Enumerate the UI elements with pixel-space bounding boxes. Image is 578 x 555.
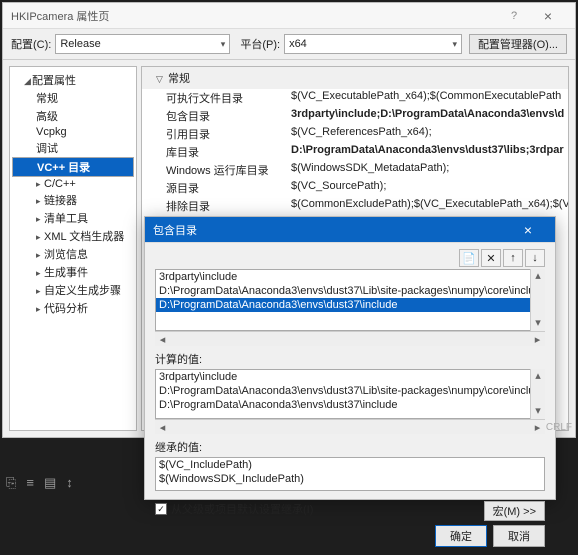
- platform-value: x64: [289, 38, 307, 50]
- property-name: 排除目录: [166, 198, 291, 214]
- tool-icon[interactable]: ▤: [44, 475, 56, 491]
- move-down-button[interactable]: ↓: [525, 249, 545, 267]
- property-value[interactable]: $(WindowsSDK_MetadataPath);: [291, 162, 568, 178]
- macros-button[interactable]: 宏(M) >>: [484, 501, 545, 521]
- tree-item-cpp[interactable]: ▸C/C++: [12, 177, 134, 191]
- property-value[interactable]: 3rdparty\include;D:\ProgramData\Anaconda…: [291, 108, 568, 124]
- arrow-down-icon: ↓: [532, 252, 538, 264]
- config-select[interactable]: Release ▾: [55, 34, 230, 54]
- tree-item-vc-dirs[interactable]: VC++ 目录: [12, 157, 134, 177]
- close-button[interactable]: ×: [529, 8, 567, 24]
- list-item[interactable]: D:\ProgramData\Anaconda3\envs\dust37\Lib…: [156, 284, 544, 298]
- config-tree[interactable]: ◢配置属性 常规 高级 Vcpkg 调试 VC++ 目录 ▸C/C++ ▸链接器…: [9, 66, 137, 431]
- list-item: D:\ProgramData\Anaconda3\envs\dust37\Lib…: [156, 384, 544, 398]
- tree-item-custom[interactable]: ▸自定义生成步骤: [12, 281, 134, 299]
- property-name: 源目录: [166, 180, 291, 196]
- property-row[interactable]: 库目录D:\ProgramData\Anaconda3\envs\dust37\…: [142, 143, 568, 161]
- property-name: 库目录: [166, 144, 291, 160]
- list-item[interactable]: D:\ProgramData\Anaconda3\envs\dust37\inc…: [156, 298, 544, 312]
- tree-item-general[interactable]: 常规: [12, 89, 134, 107]
- arrow-up-icon: ↑: [510, 252, 516, 264]
- config-value: Release: [60, 38, 100, 50]
- inherit-checkbox-label: 从父级或项目默认设置继承(I): [171, 501, 313, 517]
- tree-root[interactable]: ◢配置属性: [12, 71, 134, 89]
- tool-icon[interactable]: ≡: [26, 475, 34, 491]
- paths-listbox[interactable]: 3rdparty\includeD:\ProgramData\Anaconda3…: [155, 269, 545, 331]
- tree-item-code-analysis[interactable]: ▸代码分析: [12, 299, 134, 317]
- tree-item-vcpkg[interactable]: Vcpkg: [12, 125, 134, 139]
- inherit-label: 继承的值:: [155, 439, 545, 455]
- property-row[interactable]: 包含目录3rdparty\include;D:\ProgramData\Anac…: [142, 107, 568, 125]
- property-value[interactable]: $(VC_ExecutablePath_x64);$(CommonExecuta…: [291, 90, 568, 106]
- list-item: 3rdparty\include: [156, 370, 544, 384]
- cancel-button[interactable]: 取消: [493, 525, 545, 547]
- list-item[interactable]: 3rdparty\include: [156, 270, 544, 284]
- toolbar: 配置(C): Release ▾ 平台(P): x64 ▾ 配置管理器(O)...: [3, 29, 575, 59]
- scrollbar-vertical[interactable]: ▴▾: [530, 269, 545, 331]
- help-button[interactable]: ?: [499, 10, 529, 22]
- tree-item-advanced[interactable]: 高级: [12, 107, 134, 125]
- inherited-listbox: $(VC_IncludePath)$(WindowsSDK_IncludePat…: [155, 457, 545, 491]
- delete-line-button[interactable]: ✕: [481, 249, 501, 267]
- property-row[interactable]: 可执行文件目录$(VC_ExecutablePath_x64);$(Common…: [142, 89, 568, 107]
- property-name: Windows 运行库目录: [166, 162, 291, 178]
- new-folder-icon: 📄: [462, 252, 476, 265]
- config-label: 配置(C):: [11, 36, 51, 52]
- tree-item-linker[interactable]: ▸链接器: [12, 191, 134, 209]
- tree-item-xml[interactable]: ▸XML 文档生成器: [12, 227, 134, 245]
- chevron-down-icon: ▾: [221, 39, 226, 50]
- property-row[interactable]: Windows 运行库目录$(WindowsSDK_MetadataPath);: [142, 161, 568, 179]
- property-name: 引用目录: [166, 126, 291, 142]
- property-value[interactable]: $(CommonExcludePath);$(VC_ExecutablePath…: [291, 198, 568, 214]
- scrollbar-horizontal[interactable]: ◂▸: [155, 419, 545, 434]
- property-name: 可执行文件目录: [166, 90, 291, 106]
- property-value[interactable]: $(VC_SourcePath);: [291, 180, 568, 196]
- property-value[interactable]: $(VC_ReferencesPath_x64);: [291, 126, 568, 142]
- property-row[interactable]: 源目录$(VC_SourcePath);: [142, 179, 568, 197]
- window-title: HKIPcamera 属性页: [11, 8, 499, 24]
- tool-icon[interactable]: ↕: [66, 475, 73, 491]
- platform-label: 平台(P):: [240, 36, 280, 52]
- property-value[interactable]: D:\ProgramData\Anaconda3\envs\dust37\lib…: [291, 144, 568, 160]
- modal-title: 包含目录: [153, 222, 509, 238]
- chevron-down-icon: ▾: [453, 39, 458, 50]
- tree-item-manifest[interactable]: ▸清单工具: [12, 209, 134, 227]
- tree-item-events[interactable]: ▸生成事件: [12, 263, 134, 281]
- new-line-button[interactable]: 📄: [459, 249, 479, 267]
- list-item: D:\ProgramData\Anaconda3\envs\dust37\inc…: [156, 398, 544, 412]
- calc-label: 计算的值:: [155, 351, 545, 367]
- scrollbar-horizontal[interactable]: ◂▸: [155, 331, 545, 346]
- move-up-button[interactable]: ↑: [503, 249, 523, 267]
- inherit-checkbox[interactable]: ✓: [155, 503, 167, 515]
- modal-titlebar: 包含目录 ×: [145, 217, 555, 243]
- config-manager-button[interactable]: 配置管理器(O)...: [469, 34, 567, 54]
- scrollbar-vertical[interactable]: ▴▾: [530, 369, 545, 419]
- property-row[interactable]: 引用目录$(VC_ReferencesPath_x64);: [142, 125, 568, 143]
- ide-statusbar-icons: ⎘ ≡ ▤ ↕: [6, 475, 73, 491]
- titlebar: HKIPcamera 属性页 ? ×: [3, 3, 575, 29]
- list-item: $(WindowsSDK_IncludePath): [156, 472, 544, 486]
- tool-icon[interactable]: ⎘: [6, 475, 16, 491]
- platform-select[interactable]: x64 ▾: [284, 34, 462, 54]
- property-name: 包含目录: [166, 108, 291, 124]
- list-item: $(VC_IncludePath): [156, 458, 544, 472]
- tree-item-browse[interactable]: ▸浏览信息: [12, 245, 134, 263]
- list-toolbar: 📄 ✕ ↑ ↓: [155, 249, 545, 267]
- status-crlf: CRLF: [546, 422, 572, 433]
- ok-button[interactable]: 确定: [435, 525, 487, 547]
- tree-item-debug[interactable]: 调试: [12, 139, 134, 157]
- modal-close-button[interactable]: ×: [509, 222, 547, 238]
- group-header[interactable]: ▽ 常规: [142, 67, 568, 89]
- include-dirs-dialog: 包含目录 × 📄 ✕ ↑ ↓ 3rdparty\includeD:\Progra…: [144, 216, 556, 500]
- property-row[interactable]: 排除目录$(CommonExcludePath);$(VC_Executable…: [142, 197, 568, 215]
- calculated-listbox: 3rdparty\includeD:\ProgramData\Anaconda3…: [155, 369, 545, 419]
- delete-icon: ✕: [486, 252, 495, 265]
